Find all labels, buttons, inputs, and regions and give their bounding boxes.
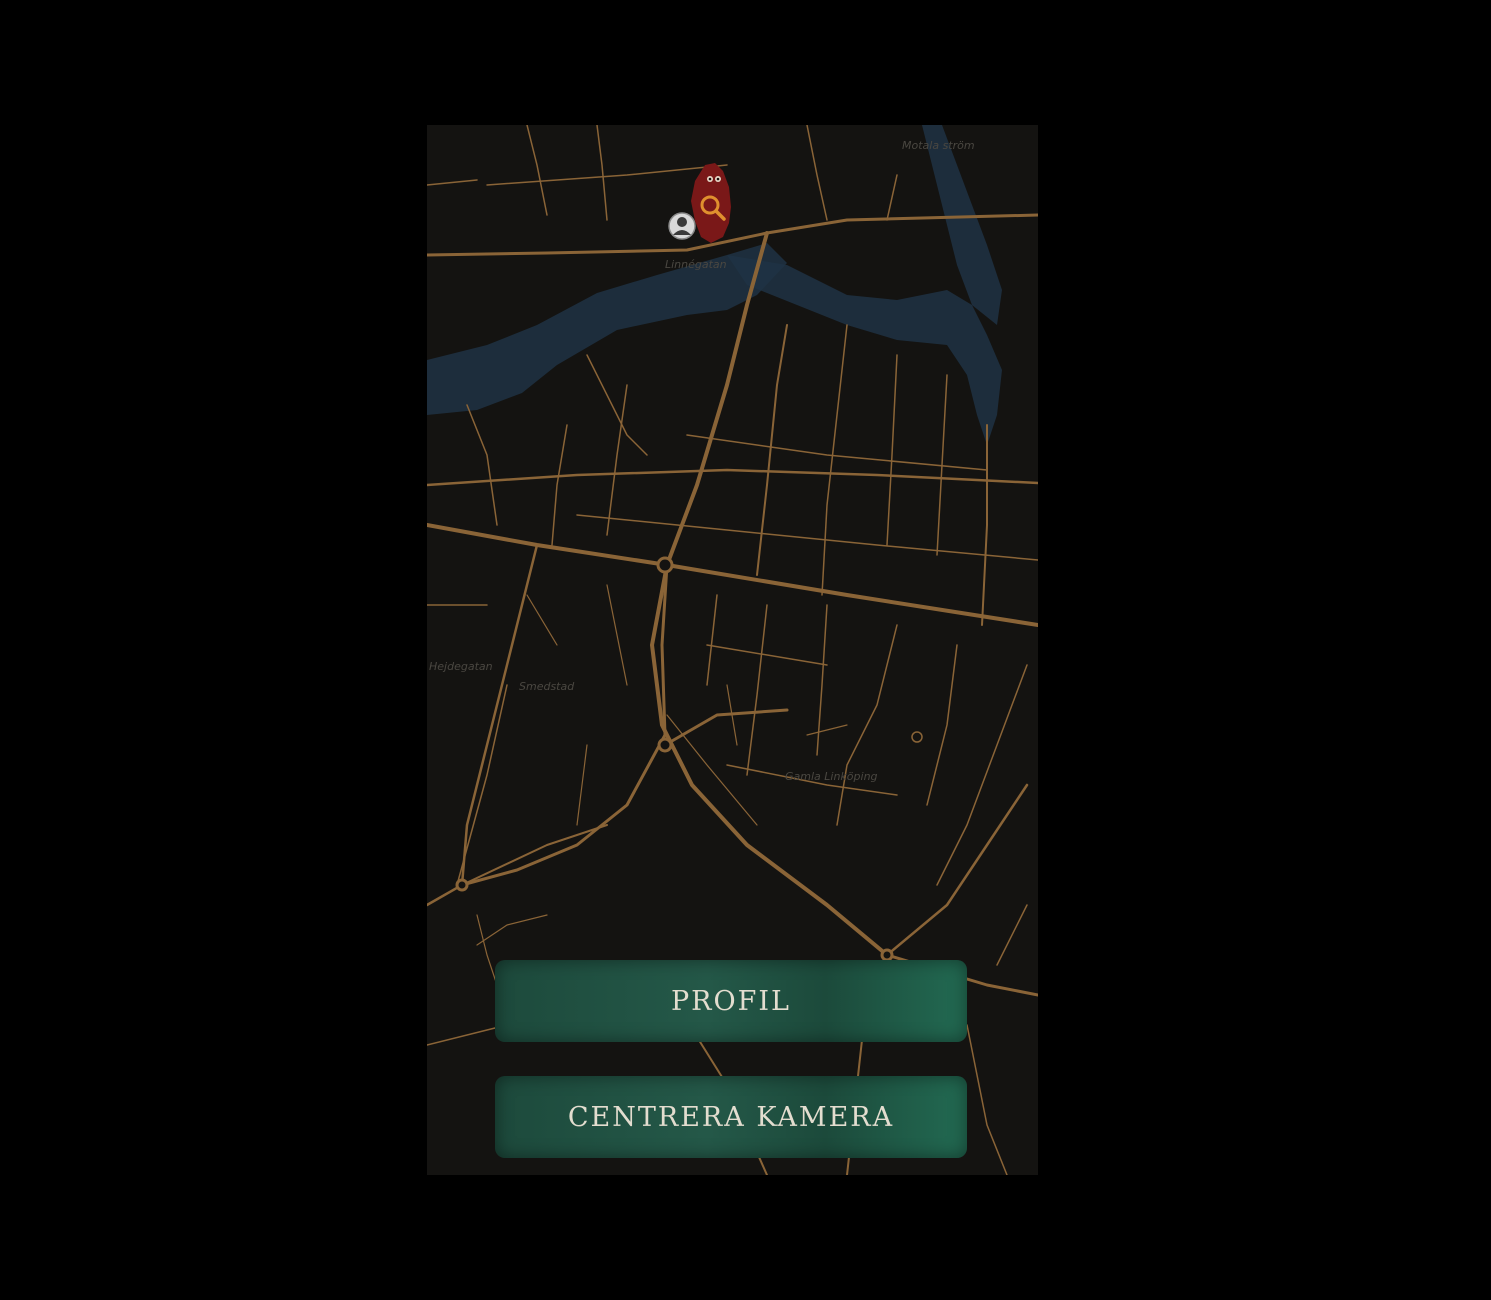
area-label-1: Smedstad <box>519 680 575 693</box>
water-label: Motala ström <box>902 139 975 152</box>
profile-button[interactable]: PROFIL <box>495 960 967 1042</box>
user-location-marker[interactable] <box>667 211 697 241</box>
user-avatar-icon <box>668 212 696 240</box>
area-label-3: Hejdegatan <box>429 660 493 673</box>
center-camera-button[interactable]: CENTRERA KAMERA <box>495 1076 967 1158</box>
area-label-0: Linnégatan <box>665 258 727 271</box>
area-label-2: Gamla Linköping <box>785 770 878 783</box>
map-screen: Motala ström Linnégatan Smedstad Gamla L… <box>427 125 1038 1175</box>
